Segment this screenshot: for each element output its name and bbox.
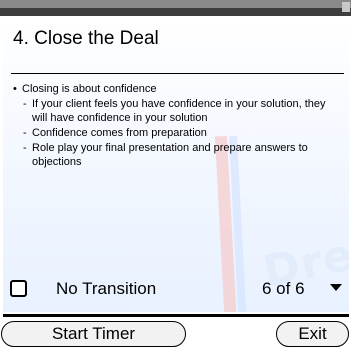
title-bar — [0, 0, 351, 16]
transition-label[interactable]: No Transition — [56, 279, 156, 299]
title-divider — [11, 73, 344, 74]
progress-fill — [3, 314, 349, 317]
slide-title: 4. Close the Deal — [13, 28, 159, 49]
dash-icon: - — [23, 142, 27, 154]
title-bar-end-cap — [342, 2, 350, 12]
bullet-item: • Closing is about confidence — [13, 82, 343, 96]
progress-track — [3, 314, 349, 317]
bullet-icon: • — [13, 83, 17, 95]
chevron-down-icon[interactable] — [330, 284, 342, 291]
slide-content: • Closing is about confidence - If your … — [13, 82, 343, 170]
subpoint-text: Confidence comes from preparation — [32, 127, 207, 139]
exit-button[interactable]: Exit — [276, 321, 349, 347]
slide-canvas: Dre 4. Close the Deal • Closing is about… — [3, 16, 349, 312]
subpoint-text: If your client feels you have confidence… — [32, 98, 326, 124]
transition-checkbox[interactable] — [10, 280, 27, 297]
dash-icon: - — [23, 127, 27, 139]
bullet-text: Closing is about confidence — [22, 83, 157, 95]
dash-icon: - — [23, 98, 27, 110]
start-timer-button[interactable]: Start Timer — [1, 321, 186, 347]
page-indicator[interactable]: 6 of 6 — [262, 279, 305, 299]
slide-controls: No Transition 6 of 6 — [0, 270, 351, 314]
subpoint-item: - Role play your final presentation and … — [23, 141, 343, 169]
subpoint-item: - Confidence comes from preparation — [23, 126, 343, 140]
bottom-toolbar: Start Timer Exit — [0, 312, 351, 358]
subpoint-item: - If your client feels you have confiden… — [23, 97, 343, 125]
subpoint-text: Role play your final presentation and pr… — [32, 142, 308, 168]
title-bar-highlight — [0, 0, 351, 8]
subpoint-list: - If your client feels you have confiden… — [23, 97, 343, 169]
